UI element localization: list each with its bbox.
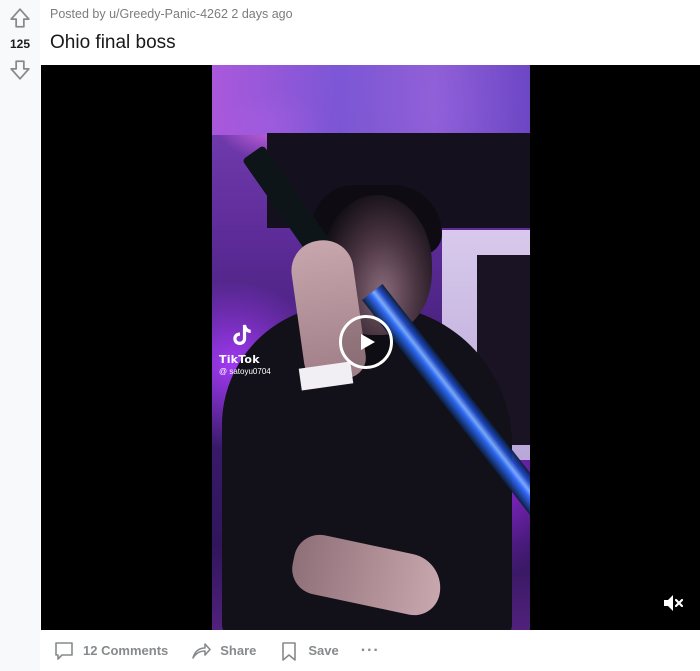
comments-button[interactable]: 12 Comments <box>53 636 168 666</box>
downvote-button[interactable] <box>8 58 32 82</box>
post-content: Posted by u/Greedy-Panic-4262 2 days ago… <box>41 0 700 671</box>
post-meta: Posted by u/Greedy-Panic-4262 2 days ago <box>50 7 293 21</box>
play-icon <box>361 334 375 350</box>
tiktok-logo-icon <box>233 324 251 346</box>
comments-label: 12 Comments <box>83 643 169 658</box>
share-label: Share <box>220 643 257 658</box>
share-arrow-icon <box>192 642 212 659</box>
post-age: 2 days ago <box>231 7 293 21</box>
more-options-button[interactable]: ··· <box>361 636 380 666</box>
tiktok-brand: TikTok <box>219 353 260 366</box>
upvote-arrow-icon <box>10 8 30 28</box>
save-button[interactable]: Save <box>278 636 339 666</box>
post-title[interactable]: Ohio final boss <box>50 32 176 54</box>
mute-button[interactable] <box>661 591 685 615</box>
tiktok-watermark: TikTok @ satoyu0704 <box>219 323 271 376</box>
upvote-button[interactable] <box>8 6 32 30</box>
tiktok-username: @ satoyu0704 <box>219 367 271 376</box>
bookmark-icon <box>282 641 297 661</box>
save-label: Save <box>308 643 339 658</box>
post-actions-bar: 12 Comments Share Save ··· <box>41 630 700 671</box>
muted-speaker-icon <box>664 595 684 611</box>
vote-sidebar: 125 <box>0 0 40 671</box>
video-player[interactable]: TikTok @ satoyu0704 <box>41 65 700 630</box>
post-score: 125 <box>9 37 31 51</box>
more-options-icon: ··· <box>360 641 380 659</box>
comment-bubble-icon <box>55 641 73 660</box>
author-link[interactable]: u/Greedy-Panic-4262 <box>109 7 228 21</box>
play-button[interactable] <box>339 315 393 369</box>
share-button[interactable]: Share <box>190 636 256 666</box>
downvote-arrow-icon <box>10 60 30 80</box>
meta-prefix: Posted by <box>50 7 106 21</box>
